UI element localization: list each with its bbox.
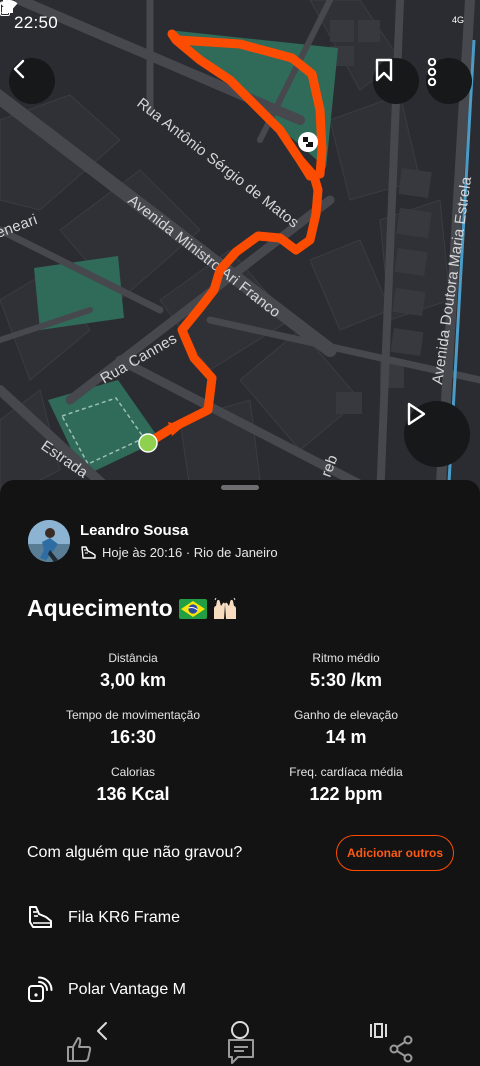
activity-title-text: Aquecimento xyxy=(27,595,173,621)
stat-label: Calorias xyxy=(110,765,155,779)
system-recents-icon[interactable] xyxy=(368,1020,390,1042)
status-icons: 4G xyxy=(0,0,464,25)
add-others-button[interactable]: Adicionar outros xyxy=(336,835,454,871)
stat-label: Ganho de elevação xyxy=(293,708,399,722)
bottom-action-bar xyxy=(0,1020,480,1066)
finish-marker xyxy=(298,132,318,152)
play-icon xyxy=(407,402,426,426)
back-button[interactable] xyxy=(9,58,55,104)
activity-details-sheet: Leandro Sousa Hoje às 20:16 · Rio de Jan… xyxy=(0,480,480,1066)
status-bar: 22:50 4G xyxy=(0,0,480,46)
stat-label: Freq. cardíaca média xyxy=(289,765,403,779)
title-emojis xyxy=(178,597,239,621)
more-vertical-icon xyxy=(427,58,437,86)
bookmark-button[interactable] xyxy=(373,58,419,104)
system-back-icon[interactable] xyxy=(92,1020,112,1042)
status-time: 22:50 xyxy=(14,13,59,32)
stat-value: 122 bpm xyxy=(309,784,383,804)
shoe-icon xyxy=(29,906,52,928)
stat-label: Distância xyxy=(108,651,158,665)
start-marker xyxy=(138,433,158,453)
stat-value: 5:30 /km xyxy=(309,670,383,690)
athlete-row[interactable]: Leandro Sousa Hoje às 20:16 · Rio de Jan… xyxy=(28,520,278,562)
stat-value: 3,00 km xyxy=(99,670,167,690)
gear-label: Polar Vantage M xyxy=(68,981,186,998)
bookmark-icon xyxy=(375,58,393,82)
raised-hands-icon xyxy=(213,597,236,619)
gear-label: Fila KR6 Frame xyxy=(68,909,181,926)
network-type-label: 4G xyxy=(451,15,464,25)
stat-value: 136 Kcal xyxy=(96,784,170,804)
stat-value: 14 m xyxy=(325,727,367,747)
athlete-name[interactable]: Leandro Sousa xyxy=(80,522,278,540)
share-icon[interactable] xyxy=(386,1034,416,1064)
more-options-button[interactable] xyxy=(426,58,472,104)
like-icon[interactable] xyxy=(64,1034,94,1064)
activity-title: Aquecimento xyxy=(27,595,239,622)
activity-meta-text: Hoje às 20:16 · Rio de Janeiro xyxy=(102,545,278,560)
drag-handle[interactable] xyxy=(221,485,259,490)
stat-calories: Calorias 136 Kcal xyxy=(13,765,253,804)
stat-distance: Distância 3,00 km xyxy=(13,651,253,690)
shoe-icon xyxy=(81,545,96,559)
stat-avg-pace: Ritmo médio 5:30 /km xyxy=(226,651,466,690)
system-home-icon[interactable] xyxy=(229,1019,251,1041)
with-someone-prompt: Com alguém que não gravou? xyxy=(27,844,243,861)
stat-label: Ritmo médio xyxy=(312,651,380,665)
stat-avg-heart-rate: Freq. cardíaca média 122 bpm xyxy=(226,765,466,804)
avatar-image xyxy=(28,520,70,562)
flag-brazil-icon xyxy=(178,598,207,619)
battery-icon xyxy=(0,0,10,16)
activity-meta: Hoje às 20:16 · Rio de Janeiro xyxy=(80,545,278,560)
stat-label: Tempo de movimentação xyxy=(65,708,201,722)
flyover-play-button[interactable] xyxy=(404,401,470,467)
stat-elevation-gain: Ganho de elevação 14 m xyxy=(226,708,466,747)
gear-device-row[interactable]: Polar Vantage M xyxy=(26,976,186,1004)
gear-shoe-row[interactable]: Fila KR6 Frame xyxy=(26,904,180,932)
route-map[interactable]: Rua Antônio Sérgio de Matos Avenida Mini… xyxy=(0,0,480,500)
stat-moving-time: Tempo de movimentação 16:30 xyxy=(13,708,253,747)
watch-device-icon xyxy=(28,976,53,1002)
avatar[interactable] xyxy=(28,520,70,562)
stat-value: 16:30 xyxy=(109,727,157,747)
arrow-left-icon xyxy=(13,59,25,79)
